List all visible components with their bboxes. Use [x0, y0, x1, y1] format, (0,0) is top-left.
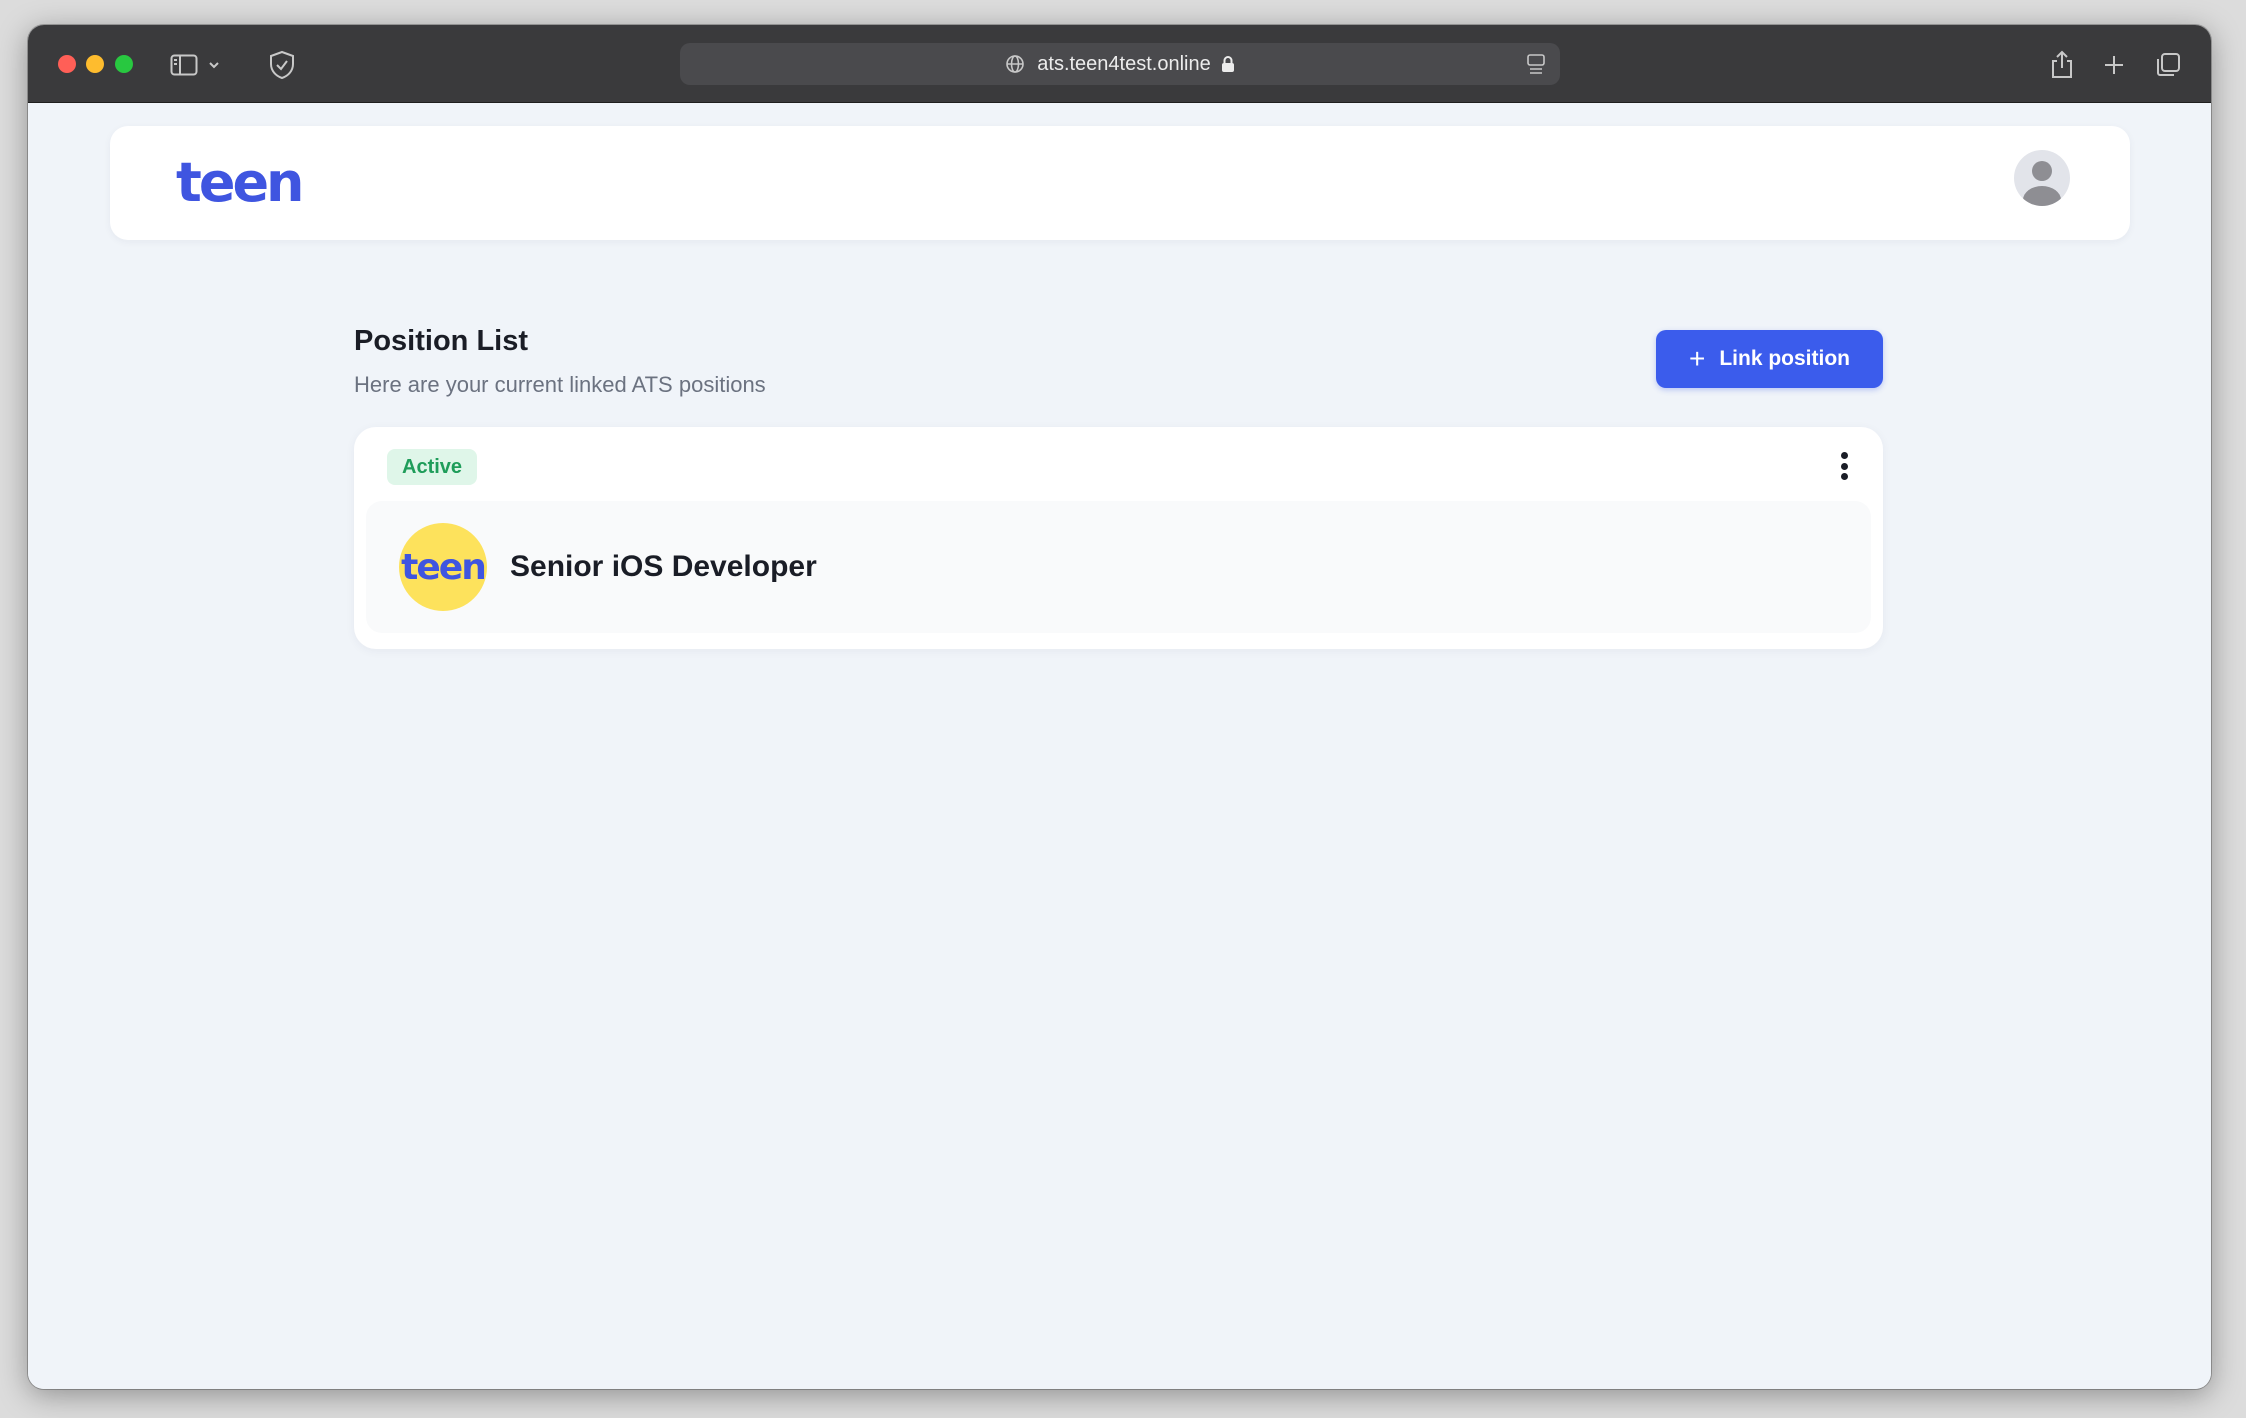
chevron-down-icon[interactable] — [198, 49, 230, 81]
status-badge: Active — [387, 449, 478, 485]
page-title: Position List — [354, 325, 528, 357]
close-window-button[interactable] — [58, 55, 76, 73]
page-content: teen Position List Here are your current… — [28, 103, 2211, 1389]
app-header: teen — [110, 126, 2130, 240]
sidebar-icon[interactable] — [168, 49, 200, 81]
teen-logo[interactable]: teen — [176, 151, 305, 214]
share-icon[interactable] — [2046, 49, 2078, 81]
position-row[interactable]: teen Senior iOS Developer — [366, 501, 1871, 633]
link-position-label: Link position — [1719, 347, 1850, 370]
link-position-button[interactable]: + Link position — [1656, 330, 1883, 388]
page-heading: Position List Here are your current link… — [354, 325, 766, 398]
browser-window: ats.teen4test.online teen Position List — [28, 25, 2211, 1389]
plus-icon[interactable] — [2098, 49, 2130, 81]
url-text: ats.teen4test.online — [1037, 52, 1211, 75]
page-subtitle: Here are your current linked ATS positio… — [354, 372, 766, 397]
position-title[interactable]: Senior iOS Developer — [510, 550, 817, 584]
minimize-window-button[interactable] — [86, 55, 104, 73]
browser-toolbar: ats.teen4test.online — [28, 25, 2211, 103]
reader-icon[interactable] — [1526, 53, 1546, 75]
address-bar[interactable]: ats.teen4test.online — [680, 43, 1560, 85]
position-card[interactable]: Active teen Senior iOS Developer — [354, 427, 1883, 649]
tabs-icon[interactable] — [2152, 49, 2184, 81]
kebab-menu-icon[interactable] — [1829, 449, 1859, 483]
company-logo: teen — [399, 523, 487, 611]
lock-icon — [1221, 56, 1234, 72]
zoom-window-button[interactable] — [115, 55, 133, 73]
user-avatar-icon[interactable] — [2014, 150, 2070, 206]
plus-icon: + — [1688, 343, 1706, 374]
shield-icon[interactable] — [266, 49, 298, 81]
globe-icon — [1006, 55, 1025, 73]
